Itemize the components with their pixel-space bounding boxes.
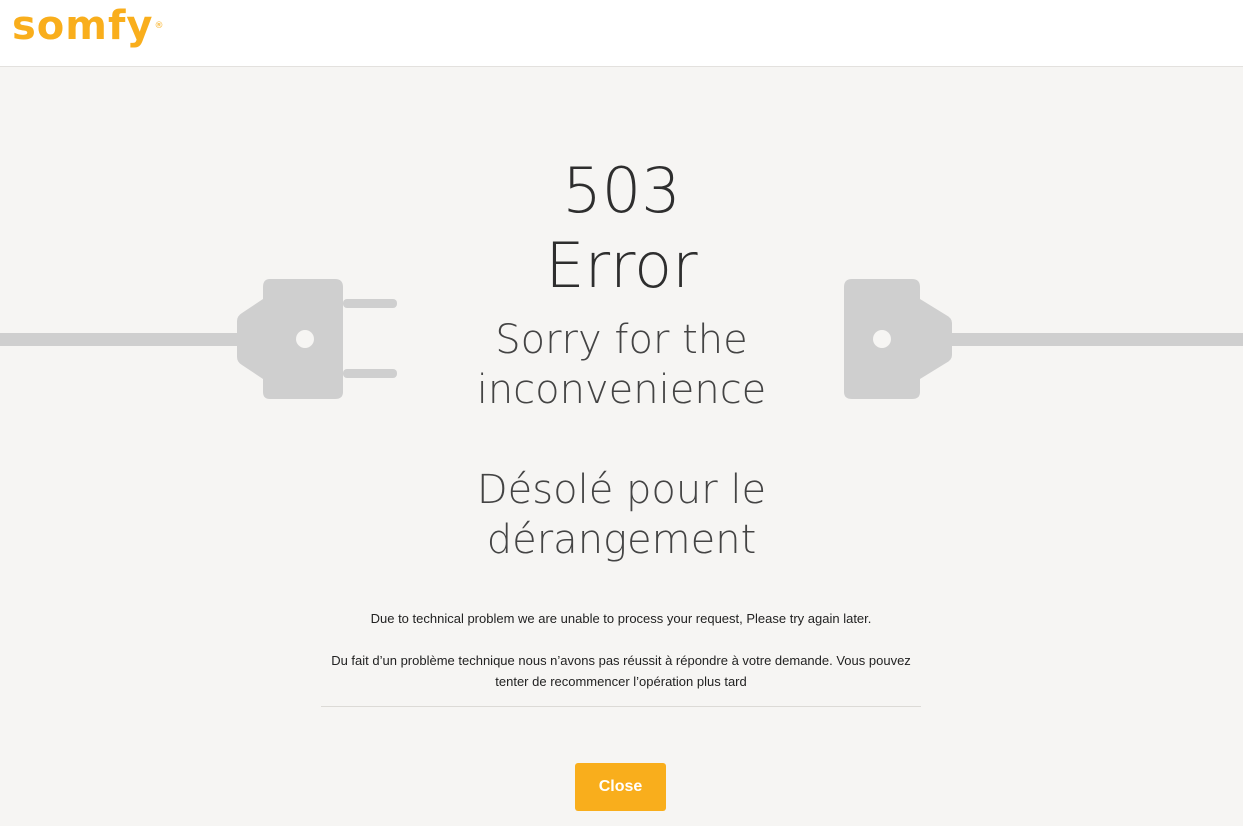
header: somfy® [0,0,1243,67]
apology-title-en: Sorry for the inconvenience [476,317,767,413]
left-cable [0,333,242,346]
logo-text: somfy [12,3,154,49]
close-button[interactable]: Close [575,763,666,811]
error-message-en: Due to technical problem we are unable t… [370,611,872,626]
error-page-body: 503 Error Sorry for the inconvenience Dé… [0,67,1243,826]
somfy-logo[interactable]: somfy® [12,2,164,50]
apology-title-fr: Désolé pour le dérangement [476,467,767,563]
error-code: 503 [562,154,681,227]
registered-mark: ® [154,21,165,31]
error-message-fr: Du fait d’un problème technique nous n’a… [331,653,911,689]
divider [321,706,921,707]
error-heading: Error [545,229,698,302]
right-cable [950,333,1243,346]
